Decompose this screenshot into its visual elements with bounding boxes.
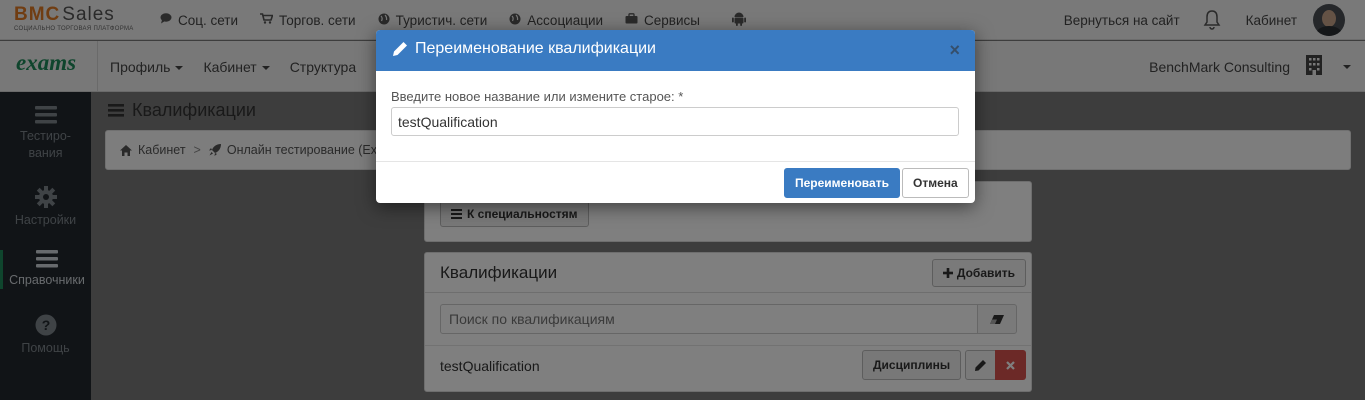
new-name-label: Введите новое название или измените стар… xyxy=(391,89,684,104)
rename-button[interactable]: Переименовать xyxy=(784,168,900,198)
dialog-title-text: Переименование квалификации xyxy=(415,40,656,57)
dialog-footer-divider xyxy=(376,161,975,162)
cancel-button[interactable]: Отмена xyxy=(902,168,969,198)
dialog-header: Переименование квалификации × xyxy=(376,30,975,71)
rename-qualification-dialog: Переименование квалификации × Введите но… xyxy=(376,30,975,203)
new-name-input[interactable] xyxy=(391,107,959,136)
dialog-close-button[interactable]: × xyxy=(949,40,960,60)
dialog-title: Переименование квалификации xyxy=(393,40,656,58)
pencil-icon xyxy=(393,42,407,56)
